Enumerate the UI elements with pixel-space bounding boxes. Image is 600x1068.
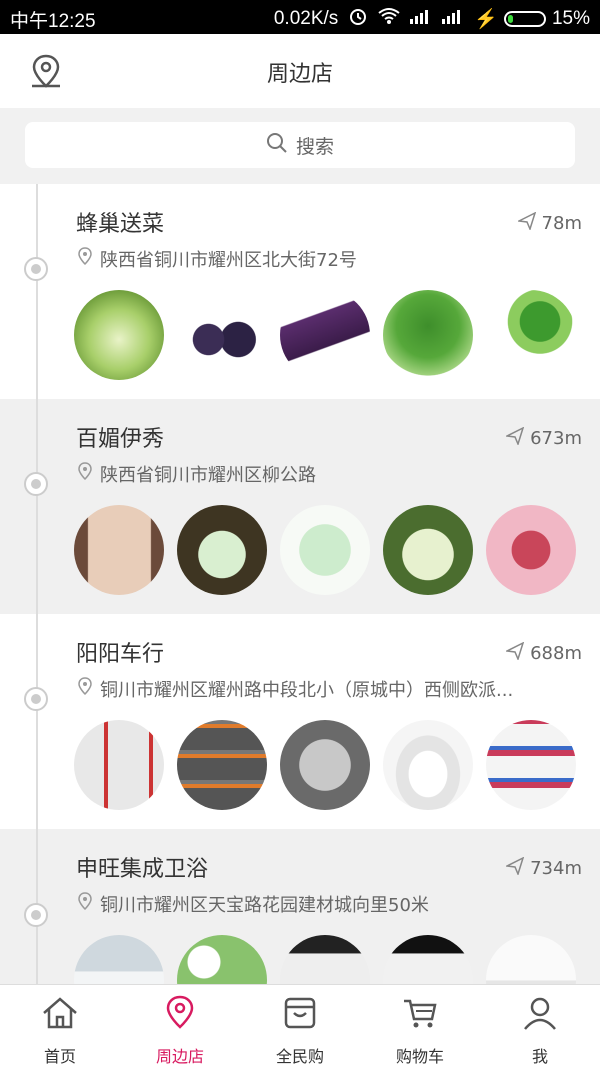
product-thumb[interactable] [74, 935, 164, 984]
store-address: 陕西省铜川市耀州区柳公路 [76, 461, 586, 487]
signal-icon [410, 8, 432, 30]
store-name: 阳阳车行 [76, 642, 165, 667]
store-card[interactable]: 百媚伊秀 673m 陕西省铜川市耀州区柳公路 [0, 399, 600, 614]
tab-cart[interactable]: 购物车 [360, 985, 480, 1068]
product-thumb[interactable] [74, 720, 164, 810]
network-speed: 0.02K/s [273, 8, 339, 29]
product-thumbnails [74, 935, 576, 984]
alarm-icon [348, 6, 368, 32]
product-thumb[interactable] [177, 935, 267, 984]
product-thumb[interactable] [383, 720, 473, 810]
product-thumb[interactable] [383, 935, 473, 984]
product-thumb[interactable] [486, 505, 576, 595]
location-pin-icon [160, 993, 200, 1037]
product-thumbnails [74, 720, 576, 810]
paper-plane-icon [504, 641, 525, 665]
location-pin-icon [76, 246, 94, 272]
charging-icon: ⚡ [474, 9, 498, 30]
store-distance: 673m [504, 426, 582, 450]
location-pin-icon [76, 891, 94, 917]
product-thumb[interactable] [280, 505, 370, 595]
timeline-line [36, 184, 38, 984]
product-thumb[interactable] [280, 720, 370, 810]
product-thumb[interactable] [486, 935, 576, 984]
search-icon [266, 132, 288, 159]
status-time: 中午12:25 [10, 11, 96, 32]
search-input[interactable]: 搜索 [25, 122, 575, 168]
product-thumbnails [74, 505, 576, 595]
user-icon [520, 993, 560, 1037]
timeline-dot [24, 687, 48, 711]
cart-icon [400, 993, 440, 1037]
app-header: 周边店 [0, 34, 600, 108]
signal-icon-2 [442, 8, 464, 30]
shop-bag-icon [280, 993, 320, 1037]
product-thumb[interactable] [486, 290, 576, 380]
store-distance: 78m [515, 211, 582, 235]
home-icon [40, 993, 80, 1037]
store-name: 申旺集成卫浴 [76, 857, 209, 882]
store-name: 百媚伊秀 [76, 427, 165, 452]
tab-home[interactable]: 首页 [0, 985, 120, 1068]
search-placeholder: 搜索 [295, 135, 334, 158]
tab-me[interactable]: 我 [480, 985, 600, 1068]
store-address: 铜川市耀州区天宝路花园建材城向里50米 [76, 891, 586, 917]
store-list[interactable]: 蜂巢送菜 78m 陕西省铜川市耀州区北大街72号 百媚伊秀 673m 陕西省铜川… [0, 184, 600, 984]
store-card[interactable]: 蜂巢送菜 78m 陕西省铜川市耀州区北大街72号 [0, 184, 600, 399]
page-title: 周边店 [266, 62, 333, 87]
battery-percent: 15% [551, 8, 590, 29]
status-bar: 中午12:25 0.02K/s ⚡ 15% [0, 0, 600, 34]
product-thumb[interactable] [383, 505, 473, 595]
product-thumb[interactable] [280, 290, 370, 380]
product-thumb[interactable] [280, 935, 370, 984]
store-card[interactable]: 申旺集成卫浴 734m 铜川市耀州区天宝路花园建材城向里50米 [0, 829, 600, 984]
store-address: 铜川市耀州区耀州路中段北小（原城中）西侧欧派... [76, 676, 586, 702]
paper-plane-icon [504, 426, 525, 450]
product-thumb[interactable] [177, 290, 267, 380]
location-pin-icon [76, 461, 94, 487]
battery-indicator: ⚡ 15% [474, 7, 590, 31]
store-address: 陕西省铜川市耀州区北大街72号 [76, 246, 586, 272]
product-thumb[interactable] [486, 720, 576, 810]
product-thumb[interactable] [74, 505, 164, 595]
timeline-dot [24, 472, 48, 496]
wifi-icon [378, 7, 400, 31]
store-distance: 734m [504, 856, 582, 880]
search-bar-container: 搜索 [0, 108, 600, 184]
store-card[interactable]: 阳阳车行 688m 铜川市耀州区耀州路中段北小（原城中）西侧欧派... [0, 614, 600, 829]
timeline-dot [24, 903, 48, 927]
tab-nearby-stores[interactable]: 周边店 [120, 985, 240, 1068]
tab-group-buy[interactable]: 全民购 [240, 985, 360, 1068]
product-thumb[interactable] [177, 720, 267, 810]
timeline-dot [24, 257, 48, 281]
paper-plane-icon [504, 856, 525, 880]
location-pin-icon [76, 676, 94, 702]
store-distance: 688m [504, 641, 582, 665]
store-name: 蜂巢送菜 [76, 212, 165, 237]
product-thumbnails [74, 290, 576, 380]
product-thumb[interactable] [74, 290, 164, 380]
paper-plane-icon [515, 211, 536, 235]
product-thumb[interactable] [383, 290, 473, 380]
product-thumb[interactable] [177, 505, 267, 595]
bottom-tab-bar: 首页 周边店 全民购 购物车 我 [0, 984, 600, 1068]
battery-icon [503, 11, 546, 27]
